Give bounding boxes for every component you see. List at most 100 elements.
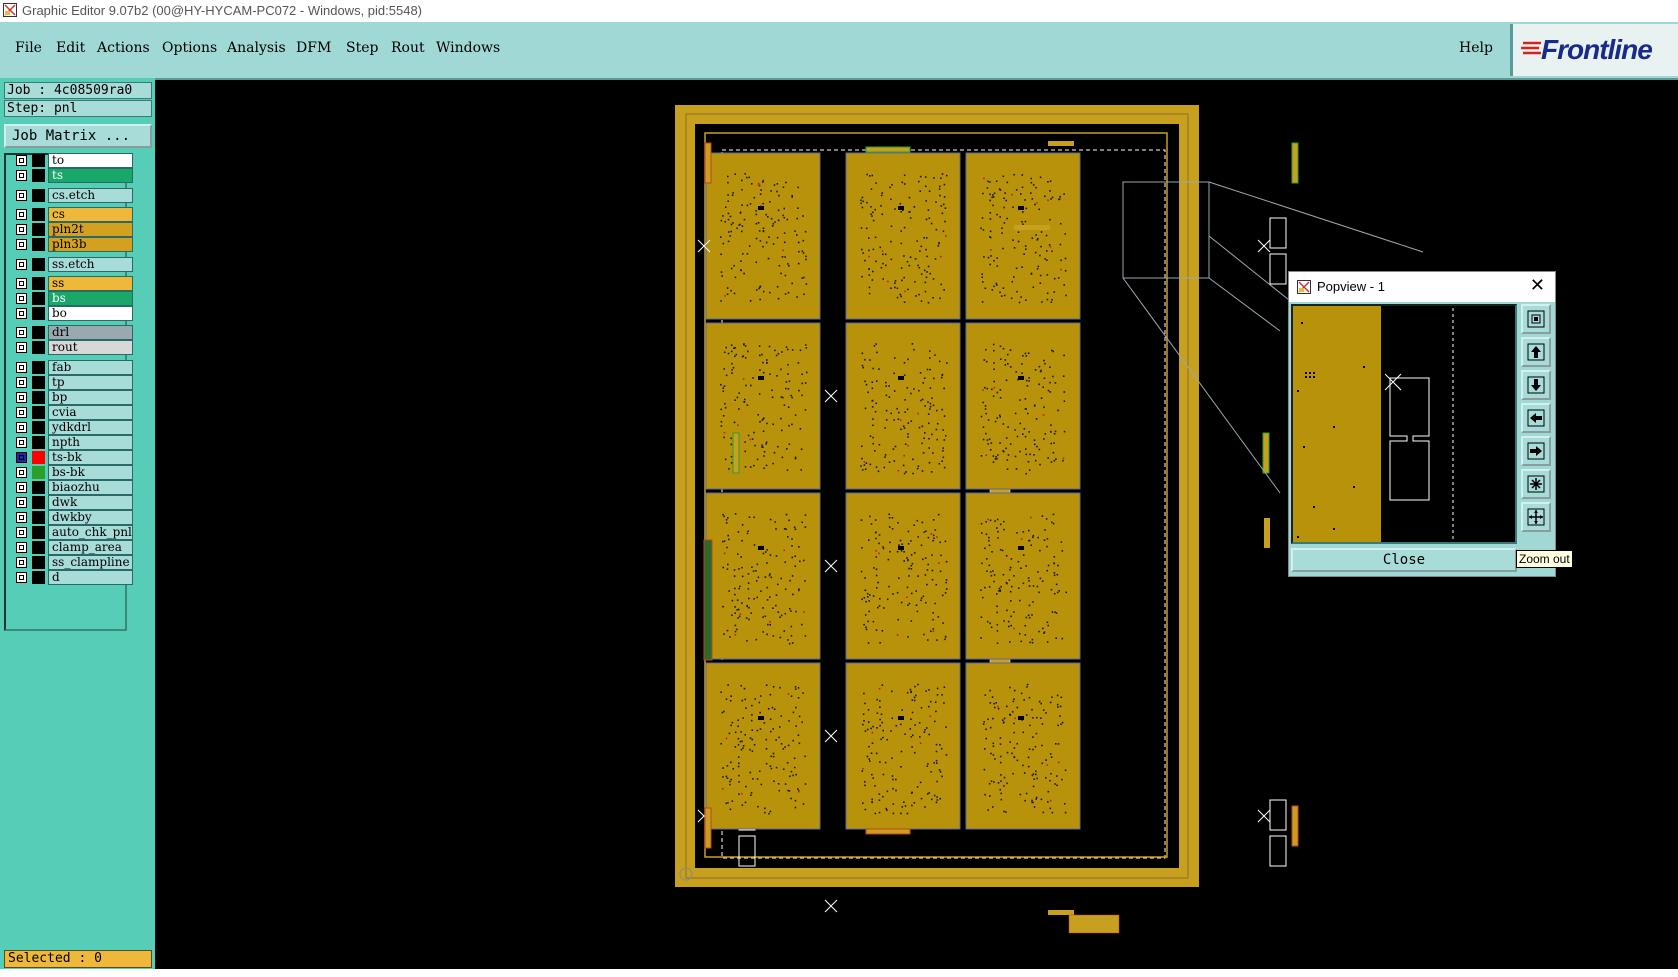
layer-color-swatch[interactable] (32, 189, 45, 202)
layer-name[interactable]: drl (48, 325, 133, 340)
layer-checkbox[interactable] (16, 293, 27, 304)
layer-name[interactable]: bs (48, 291, 133, 306)
layer-checkbox[interactable] (16, 342, 27, 353)
menu-actions[interactable]: Actions (97, 40, 150, 56)
layer-name[interactable]: biaozhu (48, 480, 133, 495)
layer-name[interactable]: d (48, 570, 133, 585)
layer-color-swatch[interactable] (32, 406, 45, 419)
layer-color-swatch[interactable] (32, 466, 45, 479)
layer-row-pln3b[interactable]: pln3b (10, 237, 133, 252)
pan-down-button[interactable] (1521, 370, 1551, 400)
layer-row-ss[interactable]: ss (10, 276, 133, 291)
layer-color-swatch[interactable] (32, 526, 45, 539)
layer-name[interactable]: pln2t (48, 222, 133, 237)
layer-color-swatch[interactable] (32, 238, 45, 251)
layer-checkbox[interactable] (16, 542, 27, 553)
layer-color-swatch[interactable] (32, 436, 45, 449)
layer-color-swatch[interactable] (32, 451, 45, 464)
layer-name[interactable]: npth (48, 435, 133, 450)
layer-row-bo[interactable]: bo (10, 306, 133, 321)
layer-name[interactable]: dwkby (48, 510, 133, 525)
layer-checkbox[interactable] (16, 482, 27, 493)
layer-name[interactable]: ts (48, 168, 133, 183)
layer-row-tp[interactable]: tp (10, 375, 133, 390)
layer-row-d[interactable]: d (10, 570, 133, 585)
menu-step[interactable]: Step (346, 40, 378, 56)
layer-checkbox[interactable] (16, 512, 27, 523)
zoom-in-button[interactable] (1521, 469, 1551, 499)
layer-name[interactable]: tp (48, 375, 133, 390)
layer-color-swatch[interactable] (32, 223, 45, 236)
menu-file[interactable]: File (15, 40, 42, 56)
layer-name[interactable]: fab (48, 360, 133, 375)
popview-title-bar[interactable]: Popview - 1 ✕ (1289, 272, 1555, 302)
layer-row-auto_chk_pnl[interactable]: auto_chk_pnl (10, 525, 133, 540)
layer-checkbox[interactable] (16, 452, 27, 463)
layer-row-bs-bk[interactable]: bs-bk (10, 465, 133, 480)
layer-row-ydkdrl[interactable]: ydkdrl (10, 420, 133, 435)
layer-row-fab[interactable]: fab (10, 360, 133, 375)
menu-edit[interactable]: Edit (56, 40, 85, 56)
layer-color-swatch[interactable] (32, 421, 45, 434)
layer-name[interactable]: to (48, 153, 133, 168)
layer-checkbox[interactable] (16, 209, 27, 220)
layer-color-swatch[interactable] (32, 571, 45, 584)
layer-checkbox[interactable] (16, 437, 27, 448)
layer-color-swatch[interactable] (32, 391, 45, 404)
layer-checkbox[interactable] (16, 392, 27, 403)
layer-name[interactable]: auto_chk_pnl (48, 525, 133, 540)
layer-checkbox[interactable] (16, 155, 27, 166)
layer-color-swatch[interactable] (32, 481, 45, 494)
layer-color-swatch[interactable] (32, 292, 45, 305)
pan-right-button[interactable] (1521, 436, 1551, 466)
layer-name[interactable]: cvia (48, 405, 133, 420)
popview-close-icon[interactable]: ✕ (1530, 275, 1545, 296)
layer-checkbox[interactable] (16, 527, 27, 538)
zoom-out-button[interactable] (1521, 502, 1551, 532)
layer-color-swatch[interactable] (32, 154, 45, 167)
layer-checkbox[interactable] (16, 308, 27, 319)
layer-row-ss_clampline[interactable]: ss_clampline (10, 555, 133, 570)
layer-row-to[interactable]: to (10, 153, 133, 168)
layer-row-ts[interactable]: ts (10, 168, 133, 183)
zoom-fit-button[interactable] (1521, 304, 1551, 334)
popview-viewport[interactable] (1291, 304, 1517, 544)
layer-name[interactable]: bo (48, 306, 133, 321)
popview-close-button[interactable]: Close (1291, 548, 1517, 572)
layer-row-dwk[interactable]: dwk (10, 495, 133, 510)
layer-name[interactable]: bs-bk (48, 465, 133, 480)
layer-checkbox[interactable] (16, 224, 27, 235)
menu-rout[interactable]: Rout (391, 40, 425, 56)
layer-color-swatch[interactable] (32, 556, 45, 569)
layer-checkbox[interactable] (16, 407, 27, 418)
layer-color-swatch[interactable] (32, 361, 45, 374)
layer-color-swatch[interactable] (32, 341, 45, 354)
layer-checkbox[interactable] (16, 259, 27, 270)
menu-help[interactable]: Help (1459, 40, 1493, 56)
layer-name[interactable]: ss (48, 276, 133, 291)
layer-row-cs[interactable]: cs (10, 207, 133, 222)
layer-checkbox[interactable] (16, 467, 27, 478)
layer-name[interactable]: ss_clampline (48, 555, 133, 570)
layer-row-biaozhu[interactable]: biaozhu (10, 480, 133, 495)
layer-checkbox[interactable] (16, 362, 27, 373)
layer-color-swatch[interactable] (32, 258, 45, 271)
layer-row-drl[interactable]: drl (10, 325, 133, 340)
layer-checkbox[interactable] (16, 572, 27, 583)
layer-row-rout[interactable]: rout (10, 340, 133, 355)
layer-row-npth[interactable]: npth (10, 435, 133, 450)
menu-windows[interactable]: Windows (436, 40, 500, 56)
layer-row-clamp_area[interactable]: clamp_area (10, 540, 133, 555)
layer-color-swatch[interactable] (32, 511, 45, 524)
layer-row-ss.etch[interactable]: ss.etch (10, 257, 133, 272)
layer-name[interactable]: clamp_area (48, 540, 133, 555)
layer-color-swatch[interactable] (32, 541, 45, 554)
menu-analysis[interactable]: Analysis (227, 40, 286, 56)
layer-color-swatch[interactable] (32, 277, 45, 290)
layer-checkbox[interactable] (16, 377, 27, 388)
layer-row-bs[interactable]: bs (10, 291, 133, 306)
pan-up-button[interactable] (1521, 337, 1551, 367)
layer-name[interactable]: rout (48, 340, 133, 355)
layer-color-swatch[interactable] (32, 169, 45, 182)
layer-color-swatch[interactable] (32, 208, 45, 221)
